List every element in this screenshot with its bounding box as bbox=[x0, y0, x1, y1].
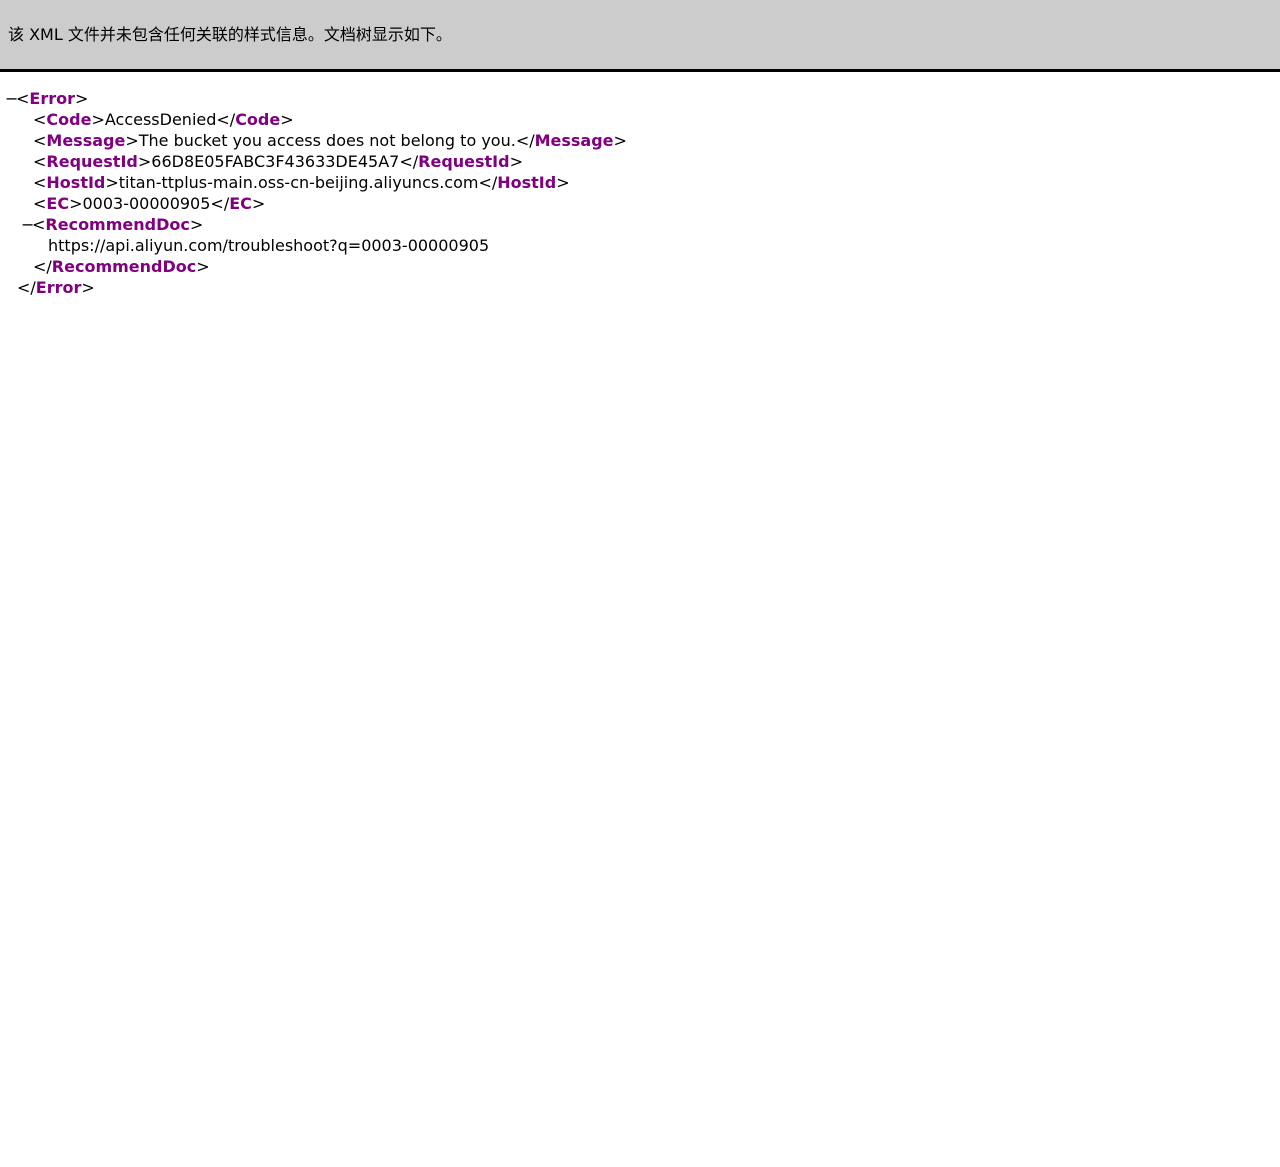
tag-name-message-close: Message bbox=[534, 131, 614, 150]
xml-recommenddoc-value-line: https://api.aliyun.com/troubleshoot?q=00… bbox=[0, 235, 1280, 256]
xml-element-requestid: <RequestId>66D8E05FABC3F43633DE45A7</Req… bbox=[33, 152, 523, 171]
xml-element-hostid: <HostId>titan-ttplus-main.oss-cn-beijing… bbox=[33, 173, 570, 192]
value-code: AccessDenied bbox=[104, 110, 217, 129]
tag-name-ec-close: EC bbox=[229, 194, 252, 213]
tag-name-error-close: Error bbox=[35, 278, 82, 297]
value-requestid: 66D8E05FABC3F43633DE45A7 bbox=[151, 152, 400, 171]
tag-name-requestid-close: RequestId bbox=[418, 152, 510, 171]
tag-name-recommenddoc: RecommendDoc bbox=[45, 215, 190, 234]
xml-recommenddoc-close-line: </RecommendDoc> bbox=[33, 257, 210, 276]
xml-recommenddoc-open-line: −<RecommendDoc> bbox=[21, 214, 204, 235]
tag-name-ec: EC bbox=[46, 194, 70, 213]
xml-element-message: <Message>The bucket you access does not … bbox=[33, 131, 627, 150]
tag-name-requestid: RequestId bbox=[46, 152, 138, 171]
xml-element-code: <Code>AccessDenied</Code> bbox=[33, 110, 294, 129]
tag-name-code: Code bbox=[46, 110, 92, 129]
tag-name-recommenddoc-close: RecommendDoc bbox=[51, 257, 197, 276]
tag-name-code-close: Code bbox=[235, 110, 281, 129]
tag-name-hostid-close: HostId bbox=[497, 173, 557, 192]
xml-info-message: 该 XML 文件并未包含任何关联的样式信息。文档树显示如下。 bbox=[8, 25, 452, 44]
tag-name-hostid: HostId bbox=[46, 173, 106, 192]
xml-document-tree: −<Error> <Code>AccessDenied</Code> <Mess… bbox=[0, 88, 1280, 298]
xml-info-banner: 该 XML 文件并未包含任何关联的样式信息。文档树显示如下。 bbox=[0, 0, 1280, 72]
xml-element-ec: <EC>0003-00000905</EC> bbox=[33, 194, 266, 213]
tag-name-error: Error bbox=[29, 89, 75, 108]
value-message: The bucket you access does not belong to… bbox=[138, 131, 516, 150]
collapse-toggle-recommenddoc[interactable]: − bbox=[21, 214, 34, 235]
collapse-toggle-error[interactable]: − bbox=[5, 88, 18, 109]
value-hostid: titan-ttplus-main.oss-cn-beijing.aliyunc… bbox=[118, 173, 479, 192]
value-ec: 0003-00000905 bbox=[82, 194, 211, 213]
value-recommenddoc: https://api.aliyun.com/troubleshoot?q=00… bbox=[48, 236, 490, 255]
xml-error-close-line: </Error> bbox=[17, 278, 95, 297]
tag-name-message: Message bbox=[46, 131, 126, 150]
xml-error-open-line: −<Error> bbox=[5, 88, 89, 109]
